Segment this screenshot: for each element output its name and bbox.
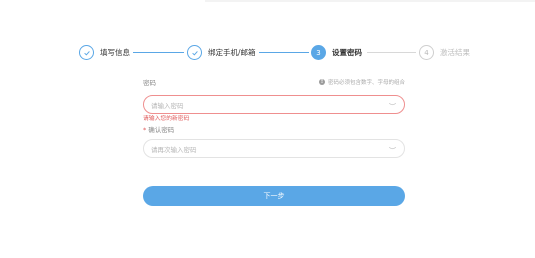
password-placeholder: 请输入密码 bbox=[151, 101, 184, 110]
set-password-form: 密码 ! 密码必须包含数字、字母的组合 请输入密码 请输入您的新密码 * 确认密码… bbox=[143, 76, 405, 158]
password-input[interactable]: 请输入密码 bbox=[143, 95, 405, 114]
eye-closed-icon[interactable] bbox=[388, 102, 397, 107]
check-icon bbox=[79, 45, 94, 60]
step-4: 4 激活结果 bbox=[419, 44, 470, 61]
step-connector-1 bbox=[133, 52, 184, 53]
step-3: 3 设置密码 bbox=[311, 44, 362, 61]
required-mark: * bbox=[143, 126, 147, 134]
step-3-label: 设置密码 bbox=[332, 48, 362, 57]
next-step-button[interactable]: 下一步 bbox=[143, 186, 405, 206]
top-bar-strip bbox=[205, 0, 535, 2]
password-error: 请输入您的新密码 bbox=[143, 116, 190, 122]
step-2: 绑定手机/邮箱 bbox=[187, 44, 256, 61]
step-1: 填写信息 bbox=[79, 44, 130, 61]
confirm-placeholder: 请再次输入密码 bbox=[151, 145, 197, 154]
info-icon: ! bbox=[318, 79, 325, 85]
progress-stepper: 填写信息 绑定手机/邮箱 3 设置密码 4 激活结果 bbox=[79, 44, 479, 61]
password-row-head: 密码 ! 密码必须包含数字、字母的组合 bbox=[143, 76, 405, 88]
step-4-number: 4 bbox=[419, 45, 434, 60]
confirm-row-head: * 确认密码 bbox=[143, 124, 405, 134]
step-connector-3 bbox=[367, 52, 416, 53]
confirm-label-text: 确认密码 bbox=[148, 126, 175, 134]
step-3-number: 3 bbox=[311, 45, 326, 60]
password-hint: ! 密码必须包含数字、字母的组合 bbox=[318, 78, 405, 86]
confirm-password-input[interactable]: 请再次输入密码 bbox=[143, 139, 405, 158]
check-icon bbox=[187, 45, 202, 60]
step-4-label: 激活结果 bbox=[440, 48, 470, 57]
password-label: 密码 bbox=[143, 79, 156, 87]
password-hint-text: 密码必须包含数字、字母的组合 bbox=[327, 80, 405, 86]
step-1-label: 填写信息 bbox=[100, 48, 130, 57]
eye-closed-icon[interactable] bbox=[388, 146, 397, 151]
step-2-label: 绑定手机/邮箱 bbox=[208, 48, 256, 57]
step-connector-2 bbox=[259, 52, 309, 53]
confirm-label: * 确认密码 bbox=[143, 124, 174, 134]
